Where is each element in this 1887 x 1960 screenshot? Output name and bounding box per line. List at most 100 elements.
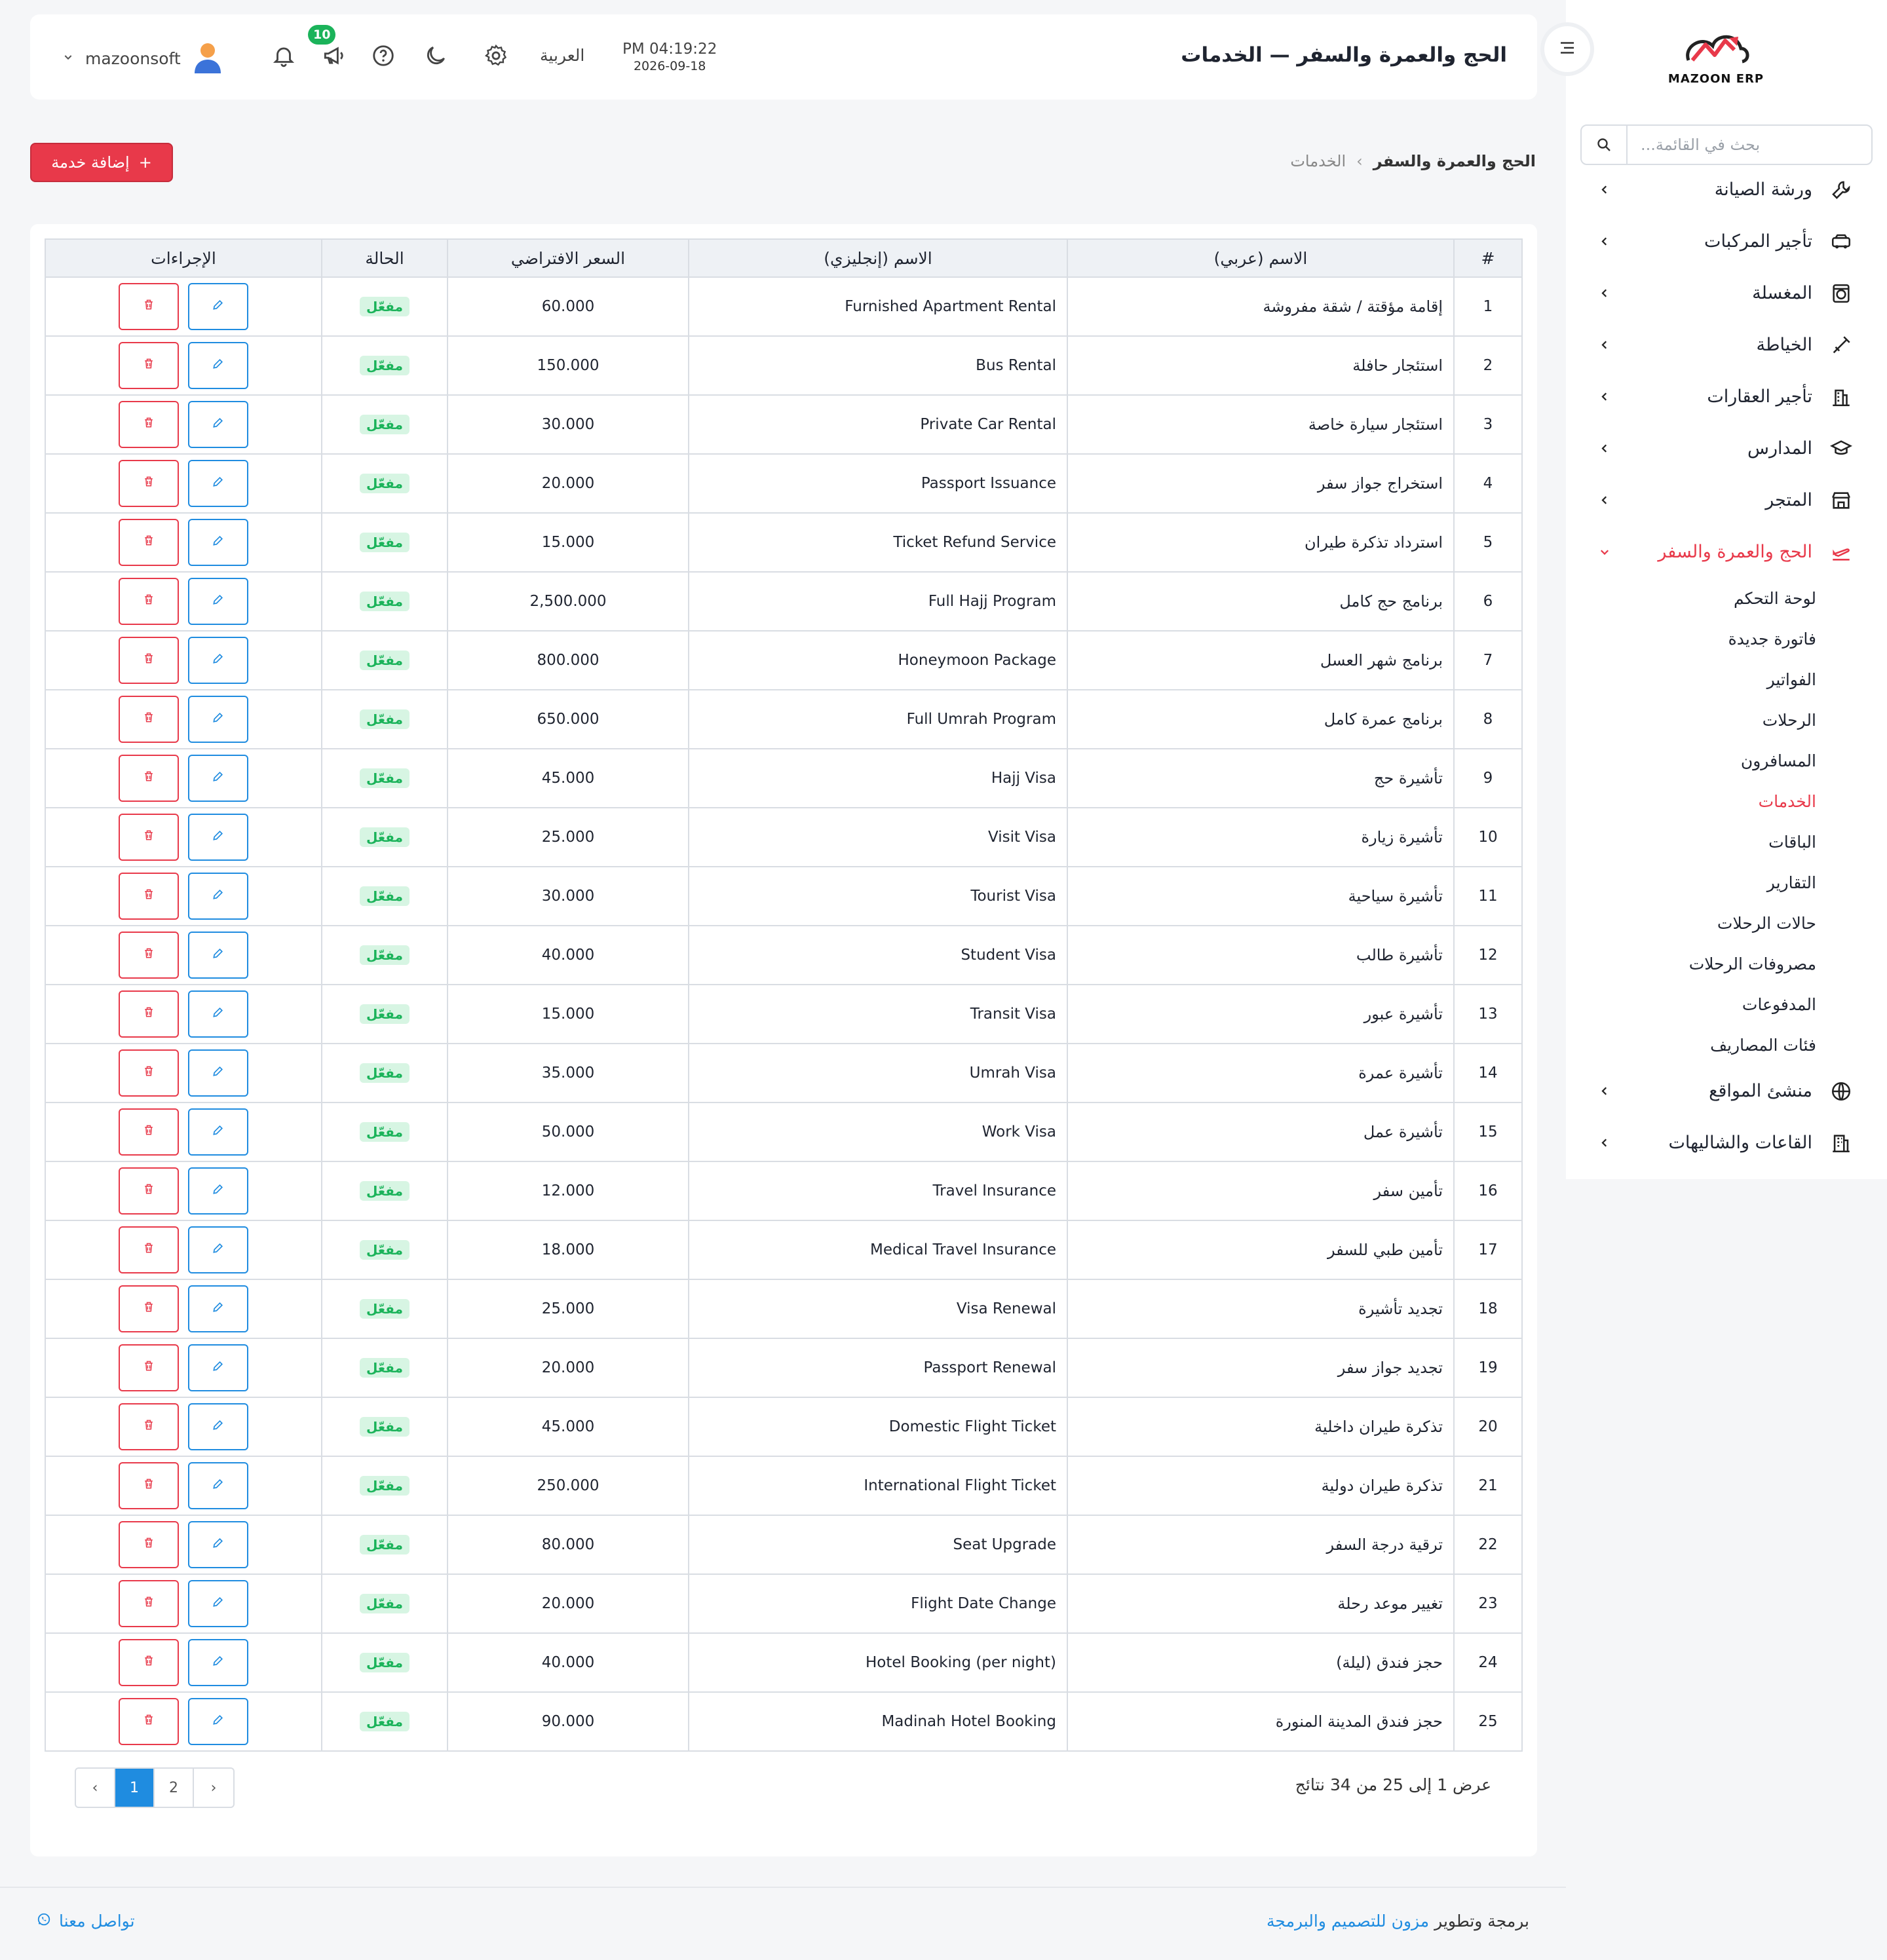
edit-button[interactable] — [188, 1580, 248, 1627]
sidebar-item-laundry[interactable]: المغسلة — [1566, 267, 1887, 319]
settings-button[interactable] — [481, 42, 511, 72]
submenu-packages[interactable]: الباقات — [1566, 821, 1816, 862]
edit-button[interactable] — [188, 1639, 248, 1686]
sidebar-item-vehicle-rental[interactable]: تأجير المركبات — [1566, 216, 1887, 267]
app-logo[interactable]: MAZOON ERP — [1667, 26, 1765, 86]
submenu-trip-expenses[interactable]: مصروفات الرحلات — [1566, 943, 1816, 984]
edit-button[interactable] — [188, 1521, 248, 1568]
sidebar-item-tailoring[interactable]: الخياطة — [1566, 319, 1887, 371]
pagination-next[interactable]: › — [194, 1769, 233, 1807]
edit-button[interactable] — [188, 932, 248, 979]
submenu-dashboard[interactable]: لوحة التحكم — [1566, 578, 1816, 618]
edit-button[interactable] — [188, 1167, 248, 1215]
contact-us-link[interactable]: تواصل معنا — [37, 1912, 135, 1931]
edit-button[interactable] — [188, 1403, 248, 1450]
delete-button[interactable] — [119, 990, 179, 1038]
sidebar-item-halls[interactable]: القاعات والشاليهات — [1566, 1117, 1887, 1169]
row-price: 80.000 — [447, 1515, 689, 1575]
submenu-invoices[interactable]: الفواتير — [1566, 659, 1816, 700]
sidebar-item-schools[interactable]: المدارس — [1566, 423, 1887, 474]
row-price: 20.000 — [447, 1338, 689, 1398]
submenu-expense-categories[interactable]: فئات المصاريف — [1566, 1025, 1816, 1065]
delete-button[interactable] — [119, 1639, 179, 1686]
edit-button[interactable] — [188, 1698, 248, 1745]
sidebar-item-maintenance[interactable]: ورشة الصيانة — [1566, 164, 1887, 216]
sidebar-toggle-button[interactable] — [1544, 26, 1590, 72]
notifications-button[interactable] — [269, 42, 299, 72]
add-service-button[interactable]: + إضافة خدمة — [30, 143, 173, 182]
delete-button[interactable] — [119, 637, 179, 684]
sidebar-item-store[interactable]: المتجر — [1566, 474, 1887, 526]
edit-button[interactable] — [188, 873, 248, 920]
submenu-travelers[interactable]: المسافرون — [1566, 740, 1816, 781]
delete-button[interactable] — [119, 696, 179, 743]
delete-button[interactable] — [119, 1698, 179, 1745]
footer-credit-link[interactable]: مزون للتصميم والبرمجة — [1267, 1912, 1429, 1931]
delete-button[interactable] — [119, 1049, 179, 1097]
language-switch[interactable]: العربية — [540, 46, 584, 65]
delete-button[interactable] — [119, 1167, 179, 1215]
edit-button[interactable] — [188, 460, 248, 507]
delete-button[interactable] — [119, 519, 179, 566]
submenu-trip-statuses[interactable]: حالات الرحلات — [1566, 903, 1816, 943]
user-menu[interactable]: mazoonsoft — [63, 41, 223, 76]
edit-button[interactable] — [188, 519, 248, 566]
submenu-services[interactable]: الخدمات — [1566, 781, 1816, 821]
edit-button[interactable] — [188, 578, 248, 625]
edit-button[interactable] — [188, 1049, 248, 1097]
row-name-ar: تأشيرة حج — [1067, 748, 1455, 808]
pagination-page-1[interactable]: 1 — [115, 1769, 155, 1807]
sidebar-item-site-builder[interactable]: منشئ المواقع — [1566, 1065, 1887, 1117]
delete-button[interactable] — [119, 401, 179, 448]
edit-button[interactable] — [188, 401, 248, 448]
trash-icon — [142, 1065, 155, 1082]
edit-button[interactable] — [188, 1108, 248, 1156]
delete-button[interactable] — [119, 342, 179, 389]
delete-button[interactable] — [119, 1462, 179, 1509]
dark-mode-button[interactable] — [421, 42, 451, 72]
delete-button[interactable] — [119, 814, 179, 861]
edit-button[interactable] — [188, 696, 248, 743]
clock-date: 2026-09-18 — [633, 59, 706, 73]
delete-button[interactable] — [119, 1108, 179, 1156]
delete-button[interactable] — [119, 578, 179, 625]
delete-button[interactable] — [119, 755, 179, 802]
edit-button[interactable] — [188, 755, 248, 802]
delete-button[interactable] — [119, 283, 179, 330]
row-actions — [45, 1220, 322, 1280]
delete-button[interactable] — [119, 460, 179, 507]
washer-icon — [1828, 280, 1854, 307]
submenu-trips[interactable]: الرحلات — [1566, 700, 1816, 740]
sidebar-search[interactable]: بحث في القائمة... — [1580, 124, 1873, 165]
pagination-prev[interactable]: ‹ — [76, 1769, 115, 1807]
table-row: 21 تذكرة طيران دولية International Flight … — [45, 1456, 1523, 1516]
delete-button[interactable] — [119, 873, 179, 920]
delete-button[interactable] — [119, 1344, 179, 1391]
submenu-payments[interactable]: المدفوعات — [1566, 984, 1816, 1025]
delete-button[interactable] — [119, 1521, 179, 1568]
edit-button[interactable] — [188, 990, 248, 1038]
building-icon — [1828, 384, 1854, 410]
edit-button[interactable] — [188, 1285, 248, 1332]
help-button[interactable] — [368, 42, 398, 72]
pagination-page-2[interactable]: 2 — [155, 1769, 194, 1807]
submenu-reports[interactable]: التقارير — [1566, 862, 1816, 903]
delete-button[interactable] — [119, 1403, 179, 1450]
delete-button[interactable] — [119, 1580, 179, 1627]
sidebar-item-hajj-travel[interactable]: الحج والعمرة والسفر — [1566, 526, 1887, 578]
edit-button[interactable] — [188, 1344, 248, 1391]
edit-button[interactable] — [188, 342, 248, 389]
announcements-button[interactable] — [318, 42, 349, 72]
delete-button[interactable] — [119, 1226, 179, 1273]
edit-button[interactable] — [188, 1226, 248, 1273]
delete-button[interactable] — [119, 1285, 179, 1332]
row-name-ar: تذكرة طيران داخلية — [1067, 1397, 1455, 1457]
sidebar-item-real-estate[interactable]: تأجير العقارات — [1566, 371, 1887, 423]
edit-button[interactable] — [188, 283, 248, 330]
delete-button[interactable] — [119, 932, 179, 979]
edit-button[interactable] — [188, 1462, 248, 1509]
breadcrumb-parent[interactable]: الحج والعمرة والسفر — [1373, 152, 1536, 170]
submenu-new-invoice[interactable]: فاتورة جديدة — [1566, 618, 1816, 659]
edit-button[interactable] — [188, 814, 248, 861]
edit-button[interactable] — [188, 637, 248, 684]
